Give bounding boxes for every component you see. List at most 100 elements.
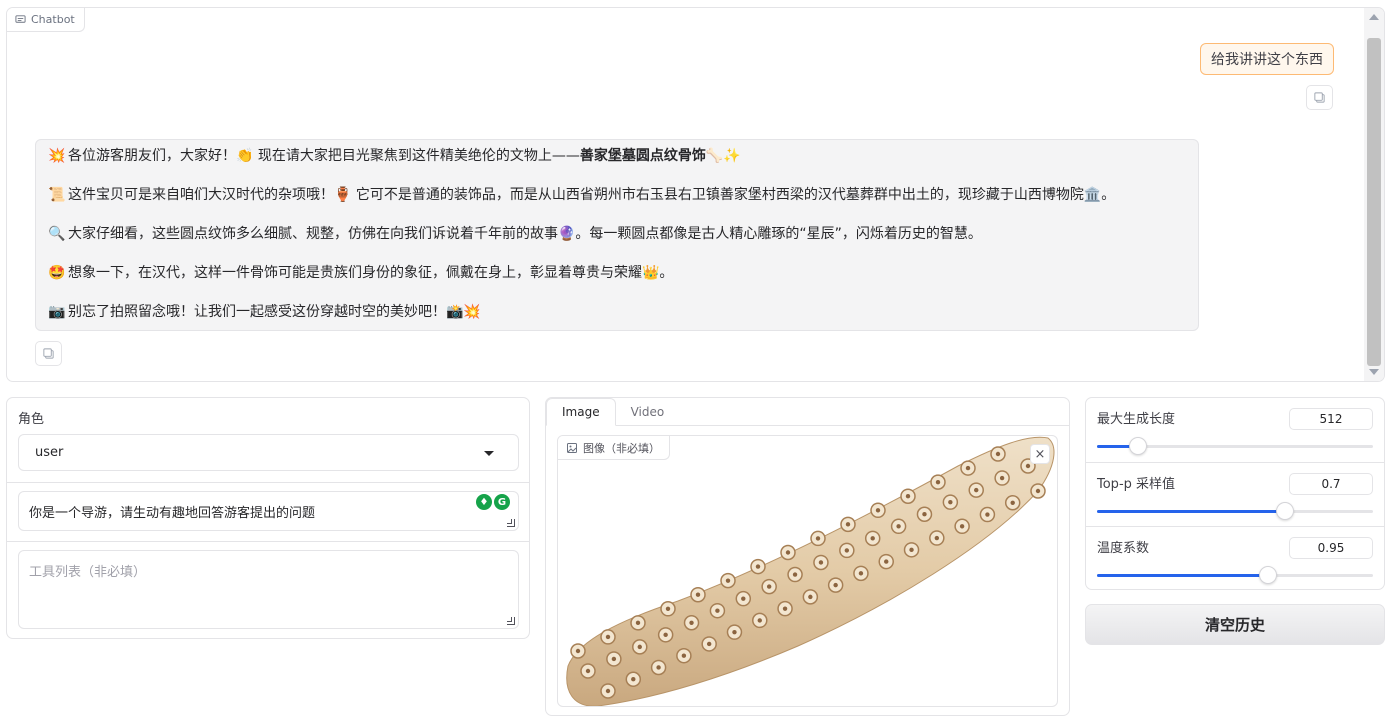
max-length-input[interactable]: 512	[1289, 408, 1373, 430]
dot-center	[905, 494, 911, 499]
tab-video[interactable]: Video	[616, 398, 680, 426]
role-value: user	[35, 445, 64, 460]
role-dropdown[interactable]: user	[18, 434, 519, 471]
dot-center	[656, 665, 661, 670]
temperature-slider[interactable]	[1097, 566, 1373, 584]
chat-scrollbar[interactable]	[1364, 8, 1384, 381]
divider	[7, 482, 529, 483]
dot-center	[858, 571, 864, 576]
slider-thumb[interactable]	[1259, 566, 1278, 584]
bot-line-text: 各位游客朋友们，大家好！👏 现在请大家把目光聚焦到这件精美绝伦的文物上——	[68, 148, 580, 164]
tab-image[interactable]: Image	[546, 398, 616, 426]
scroll-up-arrow-icon[interactable]	[1369, 14, 1379, 20]
dot-center	[1025, 463, 1031, 469]
media-tabs: Image Video	[546, 398, 679, 426]
dot-center	[974, 487, 979, 493]
media-panel: Image Video 图像（非必填） ×	[545, 397, 1070, 716]
dot-center	[611, 656, 617, 662]
bot-message-line: 🤩 想象一下，在汉代，这样一件骨饰可能是贵族们身份的象征，佩戴在身上，彰显着尊贵与…	[48, 263, 1186, 302]
dot-center	[965, 465, 971, 471]
chat-icon	[15, 15, 26, 23]
bot-line-text: 这件宝贝可是来自咱们大汉时代的杂项哦！🏺 它可不是普通的装饰品，而是从山西省朔州…	[68, 187, 1116, 203]
dot-center	[785, 550, 791, 555]
dot-center	[725, 578, 731, 583]
slider-thumb[interactable]	[1129, 437, 1148, 455]
image-label-text: 图像（非必填）	[583, 441, 660, 455]
top-p-slider[interactable]	[1097, 502, 1373, 520]
dot-center	[631, 677, 636, 682]
dot-center	[741, 596, 746, 601]
emoji-icon: 🔍	[48, 226, 66, 242]
dot-center	[818, 560, 824, 565]
user-message: 给我讲讲这个东西	[1200, 43, 1334, 75]
slider-thumb[interactable]	[1275, 502, 1294, 520]
image-icon	[567, 442, 577, 453]
tools-placeholder: 工具列表（非必填）	[29, 565, 147, 580]
slider-fill	[1097, 510, 1285, 513]
temperature-control: 温度系数 0.95	[1086, 526, 1384, 590]
chatbot-label: Chatbot	[7, 8, 85, 32]
bot-line-text: 别忘了拍照留念哦！让我们一起感受这份穿越时空的美妙吧！📸💥	[68, 304, 481, 320]
dot-center	[665, 606, 671, 611]
image-upload[interactable]: 图像（非必填） ×	[557, 435, 1058, 707]
artifact-name: 善家堡墓圆点纹骨饰	[579, 148, 706, 164]
dot-center	[1010, 500, 1015, 505]
emoji-icon: 💥	[48, 148, 66, 164]
dot-center	[605, 634, 611, 640]
system-prompt-text: 你是一个导游，请生动有趣地回答游客提出的问题	[29, 505, 316, 521]
dot-center	[766, 584, 772, 589]
divider	[7, 541, 529, 542]
chatbot-label-text: Chatbot	[31, 13, 75, 26]
copy-bot-message-button[interactable]	[35, 341, 62, 366]
dot-center	[689, 620, 694, 625]
dot-center	[782, 606, 788, 611]
dot-center	[934, 535, 940, 541]
bot-line-suffix: 🦴✨	[705, 148, 741, 164]
dot-center	[715, 608, 720, 613]
chatbot-panel: Chatbot 给我讲讲这个东西 💥 各位游客朋友们，大家好！👏 现在请大家把目光…	[6, 7, 1385, 382]
close-icon[interactable]: ×	[1030, 444, 1050, 464]
tools-input[interactable]: 工具列表（非必填）	[18, 550, 519, 629]
dot-center	[635, 620, 641, 626]
dot-center	[935, 479, 941, 485]
bot-line-text: 大家仔细看，这些圆点纹饰多么细腻、规整，仿佛在向我们诉说着千年前的故事🔮。每一颗…	[68, 226, 982, 242]
dot-center	[815, 536, 821, 541]
emoji-icon: 📜	[48, 187, 66, 203]
dot-center	[1035, 488, 1041, 494]
copy-user-message-button[interactable]	[1306, 85, 1333, 110]
top-p-input[interactable]: 0.7	[1289, 473, 1373, 495]
dot-center	[995, 451, 1001, 457]
clear-history-button[interactable]: 清空历史	[1085, 604, 1385, 645]
scroll-thumb[interactable]	[1367, 38, 1381, 366]
dot-center	[922, 512, 927, 517]
dot-center	[845, 522, 851, 527]
temperature-input[interactable]: 0.95	[1289, 537, 1373, 559]
dot-center	[985, 512, 990, 517]
copy-icon	[43, 348, 54, 359]
max-length-control: 最大生成长度 512	[1086, 398, 1384, 462]
resize-handle-icon[interactable]	[507, 617, 515, 625]
grammarly-icon[interactable]: G	[494, 494, 510, 510]
dot-center	[605, 688, 611, 694]
dot-center	[706, 641, 712, 647]
dot-center	[896, 524, 901, 529]
temperature-label: 温度系数	[1097, 541, 1150, 556]
top-p-control: Top-p 采样值 0.7	[1086, 462, 1384, 526]
dot-center	[948, 499, 953, 505]
bot-message-line: 📜 这件宝贝可是来自咱们大汉时代的杂项哦！🏺 它可不是普通的装饰品，而是从山西省朔…	[48, 185, 1186, 224]
max-length-label: 最大生成长度	[1097, 412, 1176, 427]
dot-center	[695, 592, 701, 597]
system-prompt-input[interactable]: 你是一个导游，请生动有趣地回答游客提出的问题 ♦ G	[18, 491, 519, 531]
max-length-slider[interactable]	[1097, 437, 1373, 455]
dot-center	[732, 629, 737, 635]
dot-center	[637, 644, 642, 650]
dot-center	[808, 594, 813, 600]
parameters-panel: 最大生成长度 512 Top-p 采样值 0.7 温度系数 0.95	[1085, 397, 1385, 590]
scroll-down-arrow-icon[interactable]	[1369, 369, 1379, 375]
bone-ornament-image	[566, 436, 1055, 706]
dot-center	[959, 524, 965, 529]
resize-handle-icon[interactable]	[507, 519, 515, 527]
top-p-label: Top-p 采样值	[1097, 477, 1176, 492]
lightbulb-icon[interactable]: ♦	[476, 494, 492, 510]
bot-message-line: 💥 各位游客朋友们，大家好！👏 现在请大家把目光聚焦到这件精美绝伦的文物上—— 善家…	[48, 146, 1186, 185]
